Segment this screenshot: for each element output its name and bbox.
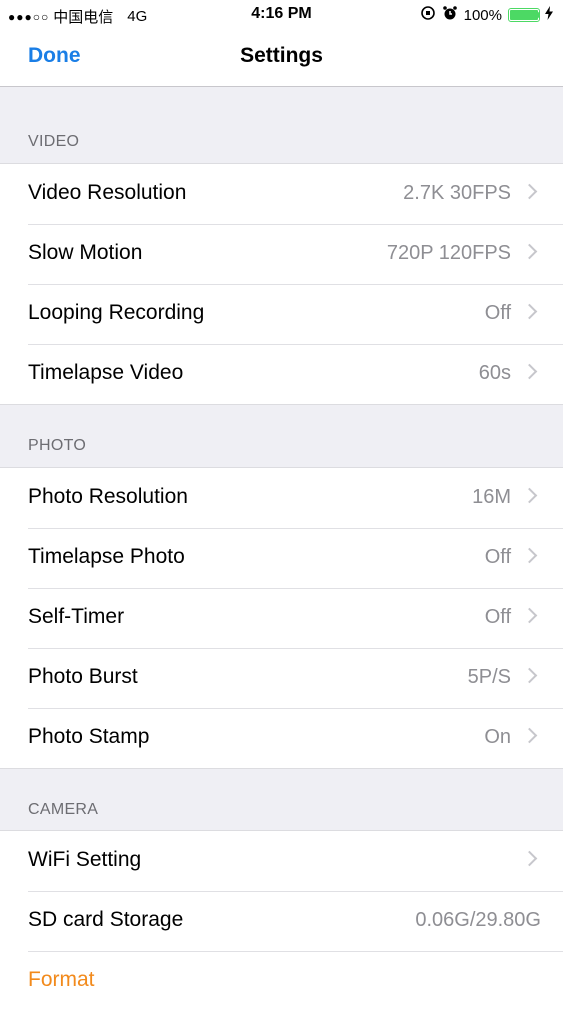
row-label: Self-Timer [28, 605, 125, 628]
row-value: Off [484, 606, 511, 628]
chevron-right-icon [521, 547, 538, 564]
section-header-video: VIDEO [28, 133, 80, 150]
row-value: Off [484, 546, 511, 568]
photo-settings-group: Photo Resolution 16M Timelapse Photo Off… [0, 467, 563, 769]
row-value: On [484, 726, 511, 748]
chevron-right-icon [521, 243, 538, 260]
format-button-label: Format [28, 968, 95, 991]
row-sd-card-storage: SD card Storage 0.06G/29.80G [0, 891, 563, 951]
orientation-lock-icon [420, 5, 436, 25]
row-label: Photo Burst [28, 665, 138, 688]
row-format[interactable]: Format [0, 951, 563, 1011]
row-photo-burst[interactable]: Photo Burst 5P/S [0, 648, 563, 708]
row-value: 2.7K 30FPS [403, 182, 511, 204]
row-label: Timelapse Photo [28, 545, 185, 568]
video-settings-group: Video Resolution 2.7K 30FPS Slow Motion … [0, 163, 563, 405]
row-photo-resolution[interactable]: Photo Resolution 16M [0, 468, 563, 528]
status-right: 100% [420, 5, 553, 25]
chevron-right-icon [521, 487, 538, 504]
row-value: 5P/S [467, 666, 511, 688]
row-label: Photo Stamp [28, 725, 150, 748]
row-label: Slow Motion [28, 241, 143, 264]
chevron-right-icon [521, 667, 538, 684]
row-video-resolution[interactable]: Video Resolution 2.7K 30FPS [0, 164, 563, 224]
chevron-right-icon [521, 303, 538, 320]
row-label: Looping Recording [28, 301, 205, 324]
chevron-right-icon [521, 607, 538, 624]
page-title: Settings [240, 44, 323, 67]
row-value: 0.06G/29.80G [415, 909, 541, 931]
row-self-timer[interactable]: Self-Timer Off [0, 588, 563, 648]
navigation-bar: Done Settings [0, 30, 563, 87]
row-label: Timelapse Video [28, 361, 184, 384]
row-timelapse-photo[interactable]: Timelapse Photo Off [0, 528, 563, 588]
status-bar: ●●●○○ 中国电信 4G 4:16 PM 100% [0, 0, 563, 30]
section-header-camera: CAMERA [28, 801, 99, 818]
row-timelapse-video[interactable]: Timelapse Video 60s [0, 344, 563, 404]
row-label: WiFi Setting [28, 848, 142, 871]
row-photo-stamp[interactable]: Photo Stamp On [0, 708, 563, 768]
battery-icon [508, 8, 540, 22]
chevron-right-icon [521, 363, 538, 380]
row-label: Video Resolution [28, 181, 187, 204]
row-wifi-setting[interactable]: WiFi Setting [0, 831, 563, 891]
battery-percent: 100% [463, 6, 502, 24]
row-label: SD card Storage [28, 908, 184, 931]
section-header-photo: PHOTO [28, 437, 87, 454]
row-label: Photo Resolution [28, 485, 188, 508]
row-looping-recording[interactable]: Looping Recording Off [0, 284, 563, 344]
charging-icon [545, 6, 553, 24]
row-value: 16M [472, 486, 511, 508]
chevron-right-icon [521, 727, 538, 744]
camera-settings-group: WiFi Setting SD card Storage 0.06G/29.80… [0, 830, 563, 1011]
chevron-right-icon [521, 183, 538, 200]
row-slow-motion[interactable]: Slow Motion 720P 120FPS [0, 224, 563, 284]
chevron-right-icon [521, 850, 538, 867]
row-value: 60s [478, 362, 511, 384]
row-value: 720P 120FPS [386, 242, 511, 264]
alarm-icon [442, 5, 458, 25]
row-value: Off [484, 302, 511, 324]
